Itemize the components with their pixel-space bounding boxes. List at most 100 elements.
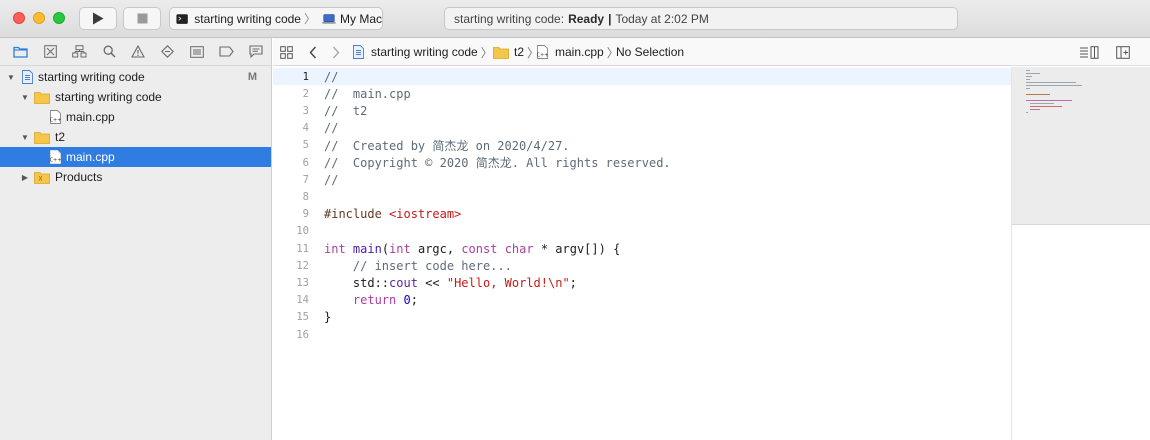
code-token: main — [352, 241, 382, 256]
line-number[interactable]: 2 — [273, 88, 311, 100]
line-number[interactable]: 4 — [273, 122, 311, 134]
source-editor[interactable]: 1 // 2 // main.cpp 3 // t2 4 // 5 // Created by 简… — [273, 67, 1011, 440]
tree-row-project[interactable]: ▼ starting writing code M — [0, 67, 271, 87]
minimize-window-button[interactable] — [33, 12, 45, 24]
code-token: argc, — [410, 241, 462, 256]
products-folder-icon — [34, 171, 50, 184]
code-token: // — [324, 172, 339, 187]
disclosure-expanded-icon[interactable]: ▼ — [6, 73, 16, 82]
code-line[interactable]: 6 // Copyright © 2020 简杰龙. All rights res… — [273, 154, 1011, 171]
yellow-folder-icon — [34, 91, 50, 104]
chevron-left-icon — [309, 46, 317, 58]
navigate-back-button[interactable] — [309, 38, 317, 66]
line-number[interactable]: 6 — [273, 157, 311, 169]
breadcrumb-project[interactable]: starting writing code 〉 — [353, 38, 493, 66]
close-window-button[interactable] — [13, 12, 25, 24]
tree-row-file-selected[interactable]: C++ main.cpp — [0, 147, 271, 167]
code-line[interactable]: 13 std::cout << "Hello, World!\n"; — [273, 274, 1011, 291]
tab-source-control-navigator[interactable] — [35, 41, 64, 63]
code-line[interactable]: 7 // — [273, 171, 1011, 188]
stop-button[interactable] — [123, 7, 161, 30]
scheme-selector[interactable]: starting writing code 〉 My Mac — [169, 7, 383, 30]
disclosure-collapsed-icon[interactable]: ▶ — [20, 173, 30, 182]
disclosure-expanded-icon[interactable]: ▼ — [20, 93, 30, 102]
line-number[interactable]: 15 — [273, 311, 311, 323]
code-line[interactable]: 3 // t2 — [273, 102, 1011, 119]
code-line[interactable]: 10 — [273, 223, 1011, 240]
navigator-tab-bar — [0, 38, 271, 66]
code-text: return 0; — [324, 293, 418, 307]
code-token: int — [389, 241, 411, 256]
code-token: // Created by 简杰龙 on 2020/4/27. — [324, 138, 570, 153]
code-token: #include — [324, 207, 390, 222]
tree-row-group[interactable]: ▼ t2 — [0, 127, 271, 147]
hierarchy-icon — [72, 45, 87, 58]
navigate-forward-button[interactable] — [332, 38, 340, 66]
minimap[interactable] — [1011, 67, 1150, 440]
code-line[interactable]: 2 // main.cpp — [273, 85, 1011, 102]
tree-row-products[interactable]: ▶ Products — [0, 167, 271, 187]
line-number[interactable]: 12 — [273, 260, 311, 272]
code-line[interactable]: 11 int main(int argc, const char * argv[]… — [273, 240, 1011, 257]
run-button[interactable] — [79, 7, 117, 30]
minimap-visible-region[interactable] — [1012, 67, 1150, 225]
line-number[interactable]: 11 — [273, 243, 311, 255]
tab-issue-navigator[interactable] — [124, 41, 153, 63]
play-icon — [93, 12, 104, 25]
code-text: // — [324, 173, 338, 187]
code-line[interactable]: 12 // insert code here... — [273, 257, 1011, 274]
line-number[interactable]: 5 — [273, 139, 311, 151]
related-items-button[interactable] — [280, 38, 293, 66]
tree-row-group[interactable]: ▼ starting writing code — [0, 87, 271, 107]
tab-debug-navigator[interactable] — [183, 41, 212, 63]
code-text: // Created by 简杰龙 on 2020/4/27. — [324, 137, 570, 154]
code-token: ( — [381, 241, 390, 256]
xcode-project-icon — [22, 70, 33, 84]
code-line[interactable]: 9 #include <iostream> — [273, 206, 1011, 223]
tab-symbol-navigator[interactable] — [65, 41, 94, 63]
test-diamond-icon — [161, 45, 175, 58]
line-number[interactable]: 1 — [273, 71, 311, 83]
code-line[interactable]: 16 — [273, 326, 1011, 343]
tab-report-navigator[interactable] — [242, 41, 271, 63]
terminal-app-icon — [176, 13, 188, 24]
code-line[interactable]: 15} — [273, 309, 1011, 326]
breadcrumb-group[interactable]: t2 〉 — [493, 38, 539, 66]
chevron-right-icon: 〉 — [303, 12, 316, 26]
line-number[interactable]: 8 — [273, 191, 311, 203]
tab-test-navigator[interactable] — [153, 41, 182, 63]
disclosure-expanded-icon[interactable]: ▼ — [20, 133, 30, 142]
line-number[interactable]: 3 — [273, 105, 311, 117]
breadcrumb-file[interactable]: C++ main.cpp 〉 — [537, 38, 619, 66]
line-number[interactable]: 16 — [273, 329, 311, 341]
line-number[interactable]: 13 — [273, 277, 311, 289]
debug-gauge-icon — [190, 45, 205, 58]
line-number[interactable]: 10 — [273, 225, 311, 237]
code-line[interactable]: 1 // — [273, 68, 1011, 85]
zoom-window-button[interactable] — [53, 12, 65, 24]
code-line[interactable]: 8 — [273, 188, 1011, 205]
project-name-label: starting writing code — [38, 70, 145, 84]
code-line[interactable]: 5 // Created by 简杰龙 on 2020/4/27. — [273, 137, 1011, 154]
minimap-line — [1026, 88, 1030, 89]
cpp-file-icon: C++ — [537, 45, 548, 59]
tab-breakpoint-navigator[interactable] — [212, 41, 241, 63]
project-navigator: ▼ starting writing code M ▼ starting wri… — [0, 38, 272, 440]
code-line[interactable]: 4 // — [273, 120, 1011, 137]
editor-options-button[interactable] — [1079, 38, 1099, 66]
tab-project-navigator[interactable] — [6, 41, 35, 63]
code-text: #include <iostream> — [324, 207, 461, 221]
line-number[interactable]: 14 — [273, 294, 311, 306]
tree-row-file[interactable]: C++ main.cpp — [0, 107, 271, 127]
code-line[interactable]: 14 return 0; — [273, 292, 1011, 309]
warning-icon — [131, 45, 146, 58]
report-bubble-icon — [249, 45, 263, 58]
editor-jump-bar: starting writing code 〉 t2 〉 C++ main.cp… — [273, 38, 1150, 66]
line-number[interactable]: 7 — [273, 174, 311, 186]
code-token: char — [504, 241, 534, 256]
line-number[interactable]: 9 — [273, 208, 311, 220]
tab-find-navigator[interactable] — [94, 41, 123, 63]
breadcrumb-selection[interactable]: No Selection — [616, 38, 684, 66]
add-editor-button[interactable] — [1116, 38, 1130, 66]
